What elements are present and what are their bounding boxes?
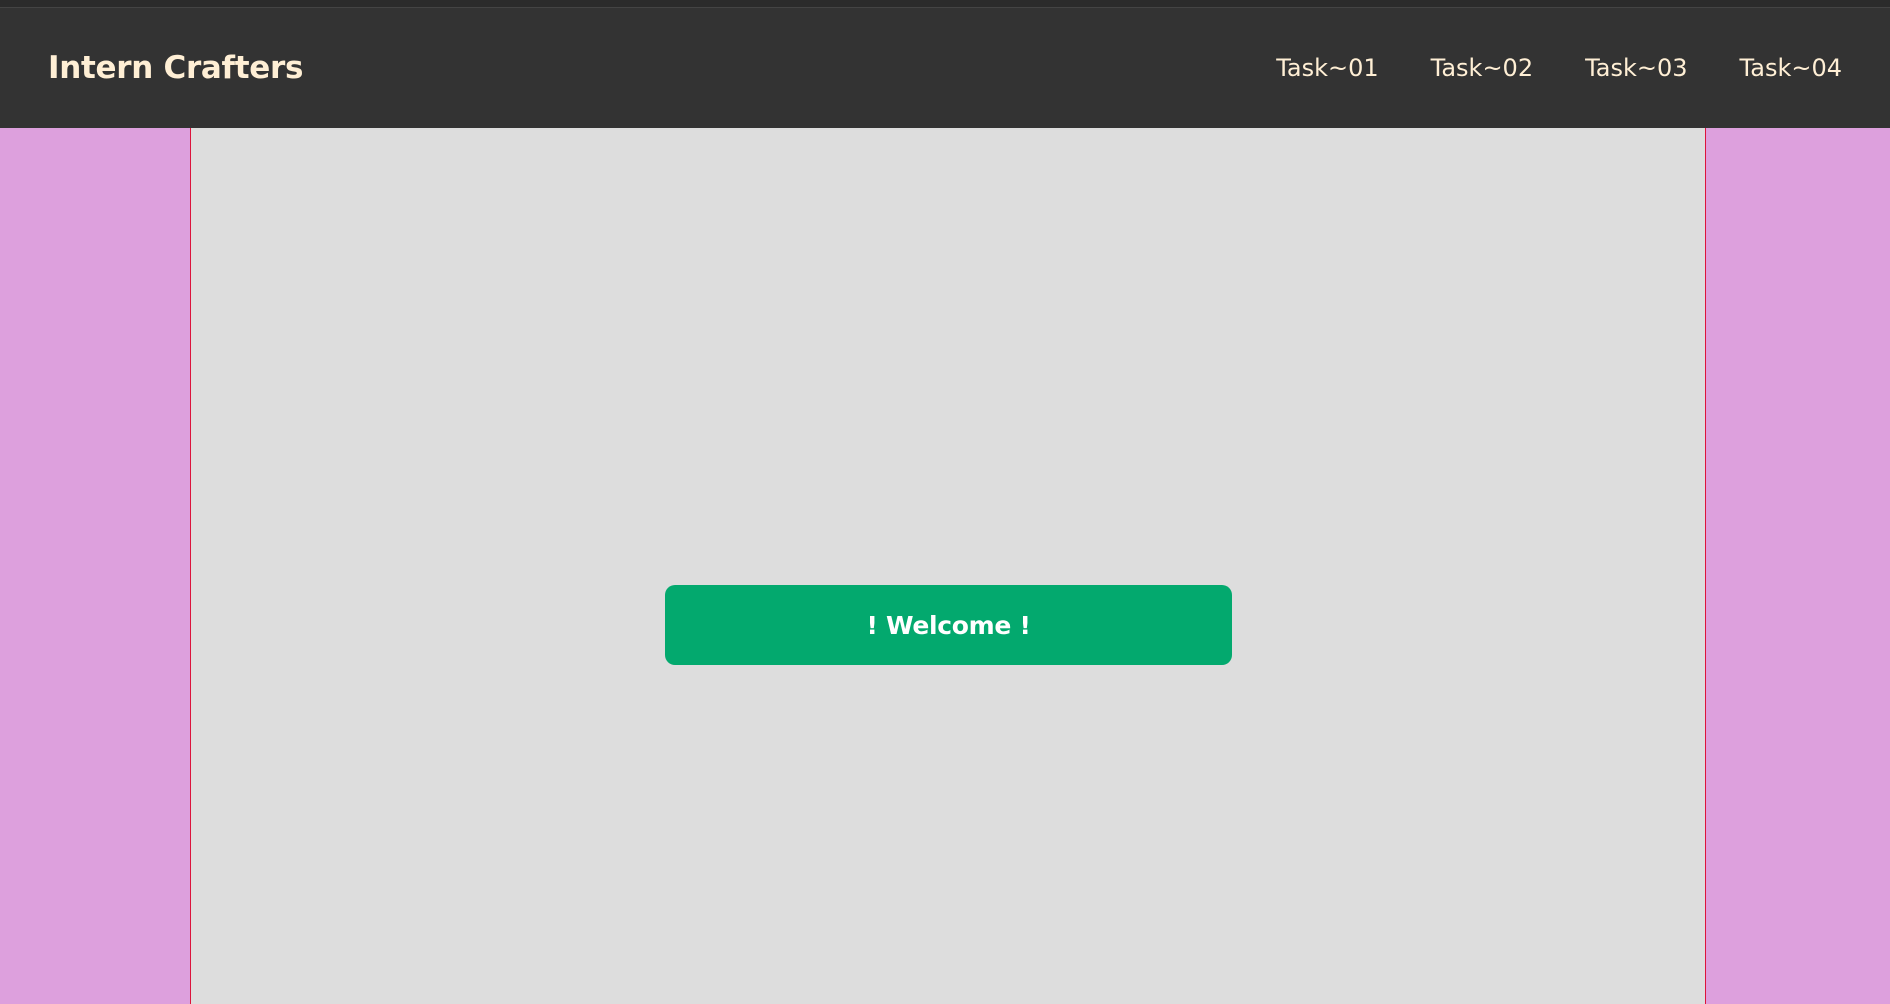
nav-link-task-03[interactable]: Task~03: [1585, 54, 1687, 82]
nav-link-task-02[interactable]: Task~02: [1431, 54, 1533, 82]
welcome-banner: ! Welcome !: [665, 585, 1232, 665]
navbar: Intern Crafters Task~01 Task~02 Task~03 …: [0, 8, 1890, 128]
brand-logo-text[interactable]: Intern Crafters: [48, 50, 303, 86]
nav-link-task-01[interactable]: Task~01: [1276, 54, 1378, 82]
window-top-strip: [0, 0, 1890, 8]
main-content-panel: ! Welcome !: [190, 128, 1706, 1004]
nav-links: Task~01 Task~02 Task~03 Task~04: [1276, 54, 1842, 82]
nav-link-task-04[interactable]: Task~04: [1740, 54, 1842, 82]
